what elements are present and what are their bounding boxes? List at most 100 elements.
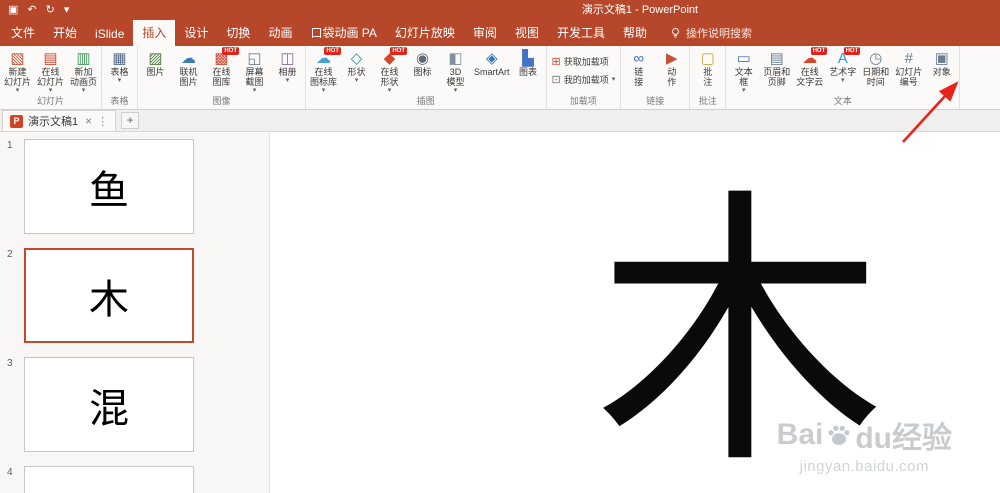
ribbon-button-date-time[interactable]: ◷ 日期和 时间	[859, 47, 892, 94]
title-bar: ▣ ↶ ↻ ▾ 演示文稿1 - PowerPoint	[0, 0, 1000, 20]
ribbon-button-3d-models[interactable]: ◧ 3D 模型 ▾	[439, 47, 472, 94]
ribbon-button-new-animation-page[interactable]: ▥ 新加 动画页 ▾	[67, 47, 100, 94]
tab-design[interactable]: 设计	[175, 19, 217, 46]
tab-slide-show[interactable]: 幻灯片放映	[386, 19, 464, 46]
slide-thumbnail-panel: 1鱼2木3混4	[0, 132, 270, 493]
button-label: 我的加载项	[564, 75, 609, 85]
hot-badge: HOT	[843, 47, 861, 55]
slide-number-label: 3	[7, 358, 13, 369]
tab-animations[interactable]: 动画	[259, 19, 301, 46]
button-label-line: 相册	[278, 67, 297, 77]
button-label: 在线 图库	[212, 67, 230, 87]
ribbon-button-chart[interactable]: ▙ 图表	[512, 47, 545, 94]
powerpoint-window: ▣ ↶ ↻ ▾ 演示文稿1 - PowerPoint 文件 开始 iSlide 插入 设计 切换…	[0, 0, 1000, 493]
document-tab-label: 演示文稿1	[28, 116, 79, 128]
button-label: 链接	[634, 67, 643, 87]
tab-review[interactable]: 审阅	[464, 19, 506, 46]
button-label: 表格	[110, 67, 128, 77]
new-animation-page-icon: ▥	[76, 50, 91, 67]
slide-number-label: 1	[7, 140, 13, 151]
ribbon-button-icons[interactable]: ◉ 图标	[406, 47, 439, 94]
repeat-icon[interactable]: ↻	[46, 0, 55, 20]
button-label-line: SmartArt	[474, 67, 510, 77]
tab-transitions[interactable]: 切换	[217, 19, 259, 46]
tab-developer[interactable]: 开发工具	[548, 19, 614, 46]
button-label: SmartArt	[474, 67, 510, 77]
button-label-line: 模型	[446, 77, 465, 87]
button-label-line: 图片	[179, 77, 198, 87]
button-label-line: 在线	[380, 67, 399, 77]
ribbon-button-table[interactable]: ▦ 表格 ▾	[103, 47, 136, 94]
ribbon-button-shapes[interactable]: ◇ 形状 ▾	[340, 47, 373, 94]
button-label-line: 动	[667, 67, 677, 77]
online-slides-icon: ▤	[43, 50, 58, 67]
dropdown-caret-icon: ▾	[285, 77, 290, 84]
ribbon-button-slide-number[interactable]: # 幻灯片 编号	[892, 47, 925, 94]
slide-thumbnail-row: 3混	[7, 357, 269, 452]
ribbon-button-header-footer[interactable]: ▤ 页眉和 页脚	[760, 47, 793, 94]
slide-thumbnail-1[interactable]: 鱼	[24, 139, 194, 234]
button-label: 新加 动画页	[70, 67, 97, 87]
watermark-text-bai: Bai	[776, 418, 824, 451]
tab-file[interactable]: 文件	[2, 19, 44, 46]
ribbon-button-online-pictures[interactable]: ☁ 联机 图片	[172, 47, 205, 94]
ribbon-button-online-icon-library[interactable]: HOT ☁ 在线 图标库 ▾	[307, 47, 341, 94]
button-label: 文本框	[735, 67, 753, 87]
ribbon-button-my-add-ins[interactable]: ⊡ 我的加载项 ▾	[552, 73, 616, 86]
slide-thumbnail-4[interactable]	[24, 466, 194, 493]
ribbon-button-new-slide[interactable]: ▧ 新建 幻灯片 ▾	[1, 47, 34, 94]
tab-help[interactable]: 帮助	[614, 19, 656, 46]
tab-pocket-animation[interactable]: 口袋动画 PA	[301, 19, 385, 46]
tab-insert[interactable]: 插入	[133, 19, 176, 46]
button-label-line: 形状	[380, 77, 399, 87]
ribbon-button-comment[interactable]: ▢ 批注	[691, 47, 724, 94]
ribbon-button-online-slides[interactable]: ▤ 在线 幻灯片 ▾	[34, 47, 67, 94]
button-label-line: 页脚	[767, 77, 786, 87]
button-label: 新建 幻灯片	[4, 67, 31, 87]
ribbon-button-wordart[interactable]: HOT A 艺术字 ▾	[826, 47, 861, 94]
slide-thumbnail-2[interactable]: 木	[24, 248, 194, 343]
ribbon-group-comments: ▢ 批注批注	[690, 46, 727, 109]
photo-album-icon: ◫	[280, 50, 295, 67]
tab-view[interactable]: 视图	[506, 19, 548, 46]
customize-quick-access-icon[interactable]: ▾	[64, 0, 70, 20]
button-label-line: 在线	[314, 67, 333, 77]
ribbon-button-online-gallery[interactable]: HOT ▩ 在线 图库	[205, 47, 239, 94]
shapes-icon: ◇	[350, 50, 363, 67]
ribbon-button-pictures[interactable]: ▨ 图片	[139, 47, 172, 94]
ribbon-button-online-shapes[interactable]: HOT ◆ 在线 形状 ▾	[373, 47, 407, 94]
new-document-tab-button[interactable]: +	[121, 112, 140, 129]
document-tab-menu-icon[interactable]: ⋮	[97, 115, 108, 128]
text-box-icon: ▭	[736, 50, 751, 67]
slide-thumbnail-3[interactable]: 混	[24, 357, 194, 452]
ribbon-button-text-box[interactable]: ▭ 文本框 ▾	[727, 47, 760, 94]
ribbon-group-table: ▦ 表格 ▾ 表格	[102, 46, 138, 109]
slide-editing-canvas[interactable]: 木 Bai du经验 jingyan.baidu.com	[270, 132, 1000, 493]
action-icon: ▶	[665, 50, 678, 67]
undo-icon[interactable]: ↶	[27, 0, 36, 20]
slide-thumbnail-text: 混	[89, 385, 129, 431]
ribbon-button-smartart[interactable]: ◈ SmartArt	[472, 47, 512, 94]
ribbon-button-photo-album[interactable]: ◫ 相册 ▾	[271, 47, 304, 94]
button-label: 图片	[146, 67, 164, 77]
tell-me-search[interactable]: 操作说明搜索	[670, 25, 752, 41]
ribbon-button-action[interactable]: ▶ 动作	[655, 47, 688, 94]
close-document-tab-icon[interactable]: ×	[85, 114, 92, 128]
smartart-icon: ◈	[485, 50, 498, 67]
tab-islide[interactable]: iSlide	[86, 22, 133, 46]
save-icon[interactable]: ▣	[8, 0, 18, 20]
button-label-line: 艺术字	[829, 67, 857, 77]
ribbon-button-screenshot[interactable]: ◱ 屏幕 截图 ▾	[238, 47, 271, 94]
ribbon-button-online-word-cloud[interactable]: HOT ☁ 在线 文字云	[793, 47, 828, 94]
ribbon-button-link[interactable]: ∞ 链接	[622, 47, 655, 94]
tab-home[interactable]: 开始	[44, 19, 86, 46]
ribbon-group-label-slides: 幻灯片	[36, 96, 64, 106]
button-label-line: 页眉和	[763, 67, 791, 77]
button-label: 相册	[278, 67, 296, 77]
pictures-icon: ▨	[148, 50, 163, 67]
ribbon-button-object[interactable]: ▣ 对象	[925, 47, 958, 94]
document-tab[interactable]: P 演示文稿1 × ⋮	[2, 110, 117, 131]
button-label-line: 幻灯片	[36, 77, 64, 87]
button-label: 在线 形状	[380, 67, 398, 87]
ribbon-button-get-add-ins[interactable]: ⊞ 获取加载项	[552, 55, 616, 68]
